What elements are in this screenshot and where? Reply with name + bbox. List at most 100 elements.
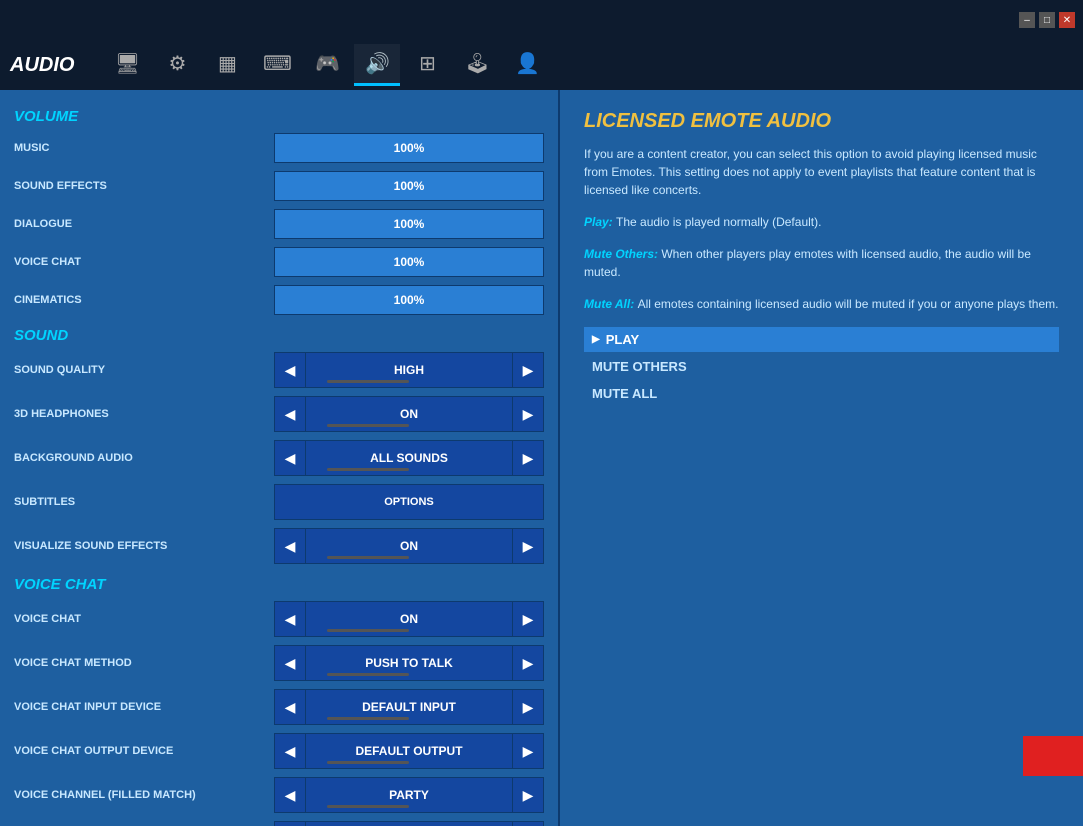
headphones-left[interactable]: ◀ [274,396,306,432]
voice-input-value: DEFAULT INPUT [362,700,456,714]
window-controls: – □ ✕ [1019,12,1075,28]
play-description: Play: The audio is played normally (Defa… [584,213,1059,231]
nav-network[interactable]: ⊞ [404,44,450,86]
info-description: If you are a content creator, you can se… [584,145,1059,199]
minimize-button[interactable]: – [1019,12,1035,28]
headphones-control: ◀ ON ▶ [274,396,544,432]
maximize-button[interactable]: □ [1039,12,1055,28]
voice-channel-control: ◀ PARTY ▶ [274,777,544,813]
nav-controller[interactable]: 🕹 [454,44,500,86]
play-desc-text: The audio is played normally (Default). [616,215,821,229]
red-arrow-icon [1023,706,1083,806]
setting-sound-effects: SOUND EFFECTS 100% [0,167,558,205]
voice-output-left[interactable]: ◀ [274,733,306,769]
mute-all-description: Mute All: All emotes containing licensed… [584,295,1059,313]
subtitles-options[interactable]: OPTIONS [274,484,544,520]
dialogue-label: DIALOGUE [14,218,274,230]
nav-bar: Audio 🖥 ⚙ ▦ ⌨ 🎮 🔊 ⊞ 🕹 👤 [0,40,1083,90]
voice-channel-right[interactable]: ▶ [512,777,544,813]
visualize-value-box: ON [306,528,512,564]
voice-input-right[interactable]: ▶ [512,689,544,725]
mute-all-desc-text: All emotes containing licensed audio wil… [638,297,1059,311]
visualize-right[interactable]: ▶ [512,528,544,564]
sound-effects-label: SOUND EFFECTS [14,180,274,192]
headphones-right[interactable]: ▶ [512,396,544,432]
voice-channel-left[interactable]: ◀ [274,777,306,813]
voice-chat-method-value-box: PUSH TO TALK [306,645,512,681]
visualize-value: ON [400,539,418,553]
voice-chat-volume-label: VOICE CHAT [14,256,274,268]
option-play-label: PLAY [606,332,639,347]
cinematics-label: CINEMATICS [14,294,274,306]
option-play[interactable]: ▶ PLAY [584,327,1059,352]
nav-gamepad[interactable]: 🎮 [304,44,350,86]
voice-chat-method-label: VOICE CHAT METHOD [14,657,274,669]
background-audio-value: ALL SOUNDS [370,451,448,465]
option-mute-all-label: MUTE ALL [592,386,657,401]
setting-voice-notifications: VOICE CHAT NOTIFICATIONS ◀ ON ▶ [0,817,558,826]
nav-monitor[interactable]: 🖥 [104,44,150,86]
sound-effects-slider[interactable]: 100% [274,171,544,201]
voice-input-control: ◀ DEFAULT INPUT ▶ [274,689,544,725]
voice-output-control: ◀ DEFAULT OUTPUT ▶ [274,733,544,769]
nav-display[interactable]: ▦ [204,44,250,86]
voice-chat-value-box: ON [306,601,512,637]
nav-keyboard[interactable]: ⌨ [254,44,300,86]
sound-quality-right[interactable]: ▶ [512,352,544,388]
background-audio-value-box: ALL SOUNDS [306,440,512,476]
dialogue-slider[interactable]: 100% [274,209,544,239]
mute-all-label: Mute All: [584,297,638,311]
setting-voice-channel: VOICE CHANNEL (FILLED MATCH) ◀ PARTY ▶ [0,773,558,817]
voice-channel-value-box: PARTY [306,777,512,813]
voice-chat-method-left[interactable]: ◀ [274,645,306,681]
setting-3d-headphones: 3D HEADPHONES ◀ ON ▶ [0,392,558,436]
voice-chat-label: VOICE CHAT [14,613,274,625]
voice-input-left[interactable]: ◀ [274,689,306,725]
voice-notifications-right[interactable]: ▶ [512,821,544,826]
nav-audio[interactable]: 🔊 [354,44,400,86]
nav-settings[interactable]: ⚙ [154,44,200,86]
setting-sound-quality: SOUND QUALITY ◀ HIGH ▶ [0,348,558,392]
voice-chat-left[interactable]: ◀ [274,601,306,637]
background-audio-left[interactable]: ◀ [274,440,306,476]
sound-quality-left[interactable]: ◀ [274,352,306,388]
nav-icons: 🖥 ⚙ ▦ ⌨ 🎮 🔊 ⊞ 🕹 👤 [104,44,1073,86]
visualize-label: VISUALIZE SOUND EFFECTS [14,540,274,552]
voice-notifications-left[interactable]: ◀ [274,821,306,826]
voice-output-label: VOICE CHAT OUTPUT DEVICE [14,745,274,757]
option-mute-others-label: MUTE OTHERS [592,359,687,374]
music-label: MUSIC [14,142,274,154]
cinematics-value: 100% [394,293,425,307]
voice-channel-label: VOICE CHANNEL (FILLED MATCH) [14,789,274,801]
music-slider[interactable]: 100% [274,133,544,163]
voice-output-right[interactable]: ▶ [512,733,544,769]
headphones-value-box: ON [306,396,512,432]
voice-chat-section-header: VOICE CHAT [0,568,558,597]
settings-panel: VOLUME MUSIC 100% SOUND EFFECTS 100% DIA… [0,90,560,826]
setting-cinematics: CINEMATICS 100% [0,281,558,319]
voice-chat-slider[interactable]: 100% [274,247,544,277]
voice-chat-right[interactable]: ▶ [512,601,544,637]
play-label: Play: [584,215,616,229]
setting-voice-output: VOICE CHAT OUTPUT DEVICE ◀ DEFAULT OUTPU… [0,729,558,773]
close-button[interactable]: ✕ [1059,12,1075,28]
option-mute-others[interactable]: MUTE OTHERS [584,354,1059,379]
dialogue-value: 100% [394,217,425,231]
visualize-left[interactable]: ◀ [274,528,306,564]
setting-voice-chat-method: VOICE CHAT METHOD ◀ PUSH TO TALK ▶ [0,641,558,685]
cinematics-slider[interactable]: 100% [274,285,544,315]
voice-notifications-value-box: ON [306,821,512,826]
option-mute-all[interactable]: MUTE ALL [584,381,1059,406]
subtitles-label: SUBTITLES [14,496,274,508]
voice-output-value-box: DEFAULT OUTPUT [306,733,512,769]
voice-channel-value: PARTY [389,788,429,802]
nav-user[interactable]: 👤 [504,44,550,86]
voice-chat-method-right[interactable]: ▶ [512,645,544,681]
setting-visualize: VISUALIZE SOUND EFFECTS ◀ ON ▶ [0,524,558,568]
background-audio-right[interactable]: ▶ [512,440,544,476]
voice-input-label: VOICE CHAT INPUT DEVICE [14,701,274,713]
setting-music: MUSIC 100% [0,129,558,167]
sound-quality-label: SOUND QUALITY [14,364,274,376]
setting-voice-input: VOICE CHAT INPUT DEVICE ◀ DEFAULT INPUT … [0,685,558,729]
setting-subtitles: SUBTITLES OPTIONS [0,480,558,524]
